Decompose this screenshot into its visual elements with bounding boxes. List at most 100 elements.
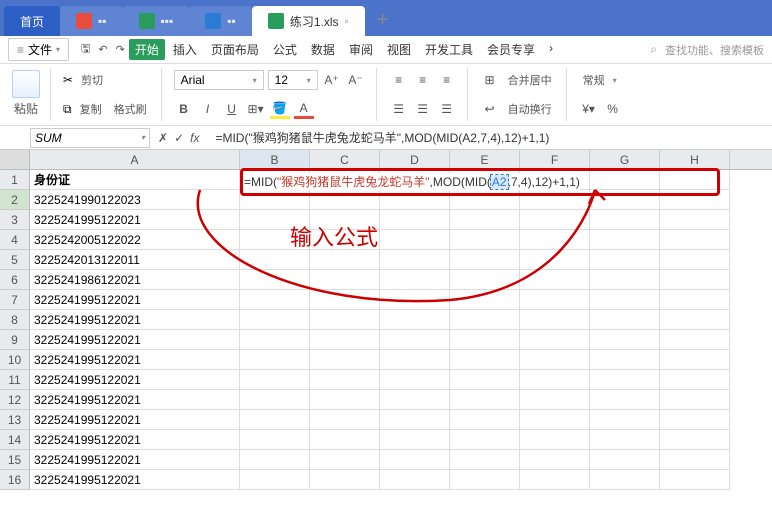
cell[interactable]	[450, 310, 520, 330]
cell[interactable]	[380, 270, 450, 290]
cell[interactable]	[590, 190, 660, 210]
font-size-select[interactable]: 12▾	[268, 70, 318, 90]
col-header-E[interactable]: E	[450, 150, 520, 169]
cell-A4[interactable]: 3225242005122022	[30, 230, 240, 250]
cell[interactable]	[660, 250, 730, 270]
cell-A8[interactable]: 3225241995122021	[30, 310, 240, 330]
cell-A15[interactable]: 3225241995122021	[30, 450, 240, 470]
row-header[interactable]: 13	[0, 410, 30, 430]
fx-icon[interactable]: fx	[190, 131, 199, 145]
cell[interactable]	[450, 230, 520, 250]
search-icon[interactable]: ⌕	[650, 42, 657, 57]
cell-B3[interactable]	[240, 210, 310, 230]
cell-B6[interactable]	[240, 270, 310, 290]
cell[interactable]	[660, 230, 730, 250]
ribbon-tab-layout[interactable]: 页面布局	[205, 39, 265, 60]
cell[interactable]	[310, 370, 380, 390]
cell-A13[interactable]: 3225241995122021	[30, 410, 240, 430]
border-button[interactable]: ⊞▾	[246, 99, 266, 119]
merge-button[interactable]: 合并居中	[504, 70, 556, 90]
row-header[interactable]: 10	[0, 350, 30, 370]
col-header-G[interactable]: G	[590, 150, 660, 169]
ribbon-tab-data[interactable]: 数据	[305, 39, 341, 60]
cell[interactable]	[310, 350, 380, 370]
row-header[interactable]: 3	[0, 210, 30, 230]
cell[interactable]	[590, 370, 660, 390]
cell[interactable]	[450, 190, 520, 210]
col-header-B[interactable]: B	[240, 150, 310, 169]
cell-B2[interactable]	[240, 190, 310, 210]
italic-button[interactable]: I	[198, 99, 218, 119]
cell[interactable]	[380, 450, 450, 470]
cell[interactable]	[660, 170, 730, 190]
file-menu[interactable]: ≡ 文件 ▾	[8, 38, 69, 61]
cell-B7[interactable]	[240, 290, 310, 310]
search-placeholder[interactable]: 查找功能、搜索模板	[665, 42, 764, 58]
cell[interactable]	[520, 370, 590, 390]
cell[interactable]	[520, 290, 590, 310]
cell[interactable]	[310, 390, 380, 410]
percent-button[interactable]: %	[603, 99, 623, 119]
cell[interactable]	[660, 330, 730, 350]
cell[interactable]	[450, 330, 520, 350]
ribbon-tab-start[interactable]: 开始	[129, 39, 165, 60]
col-header-C[interactable]: C	[310, 150, 380, 169]
cell[interactable]	[520, 250, 590, 270]
select-all-corner[interactable]	[0, 150, 30, 169]
cell[interactable]	[310, 250, 380, 270]
align-bot-button[interactable]: ≡	[437, 70, 457, 90]
cell[interactable]	[660, 450, 730, 470]
cell[interactable]	[450, 250, 520, 270]
cell[interactable]	[380, 250, 450, 270]
tab-home[interactable]: 首页	[4, 6, 60, 36]
qat-redo[interactable]: ↷	[112, 41, 129, 58]
cell[interactable]	[590, 470, 660, 490]
qat-save[interactable]: 🖫	[77, 38, 94, 61]
cell-B13[interactable]	[240, 410, 310, 430]
cell-A10[interactable]: 3225241995122021	[30, 350, 240, 370]
ribbon-tab-review[interactable]: 审阅	[343, 39, 379, 60]
cell[interactable]	[310, 410, 380, 430]
align-center-button[interactable]: ☰	[413, 99, 433, 119]
cell[interactable]	[310, 450, 380, 470]
cell[interactable]	[590, 250, 660, 270]
cell[interactable]	[590, 350, 660, 370]
ribbon-overflow[interactable]: ›	[543, 39, 559, 60]
cell[interactable]	[520, 210, 590, 230]
qat-undo[interactable]: ↶	[94, 41, 111, 58]
cell[interactable]	[660, 390, 730, 410]
cut-button[interactable]: 剪切	[77, 70, 107, 90]
cell-B12[interactable]	[240, 390, 310, 410]
cell[interactable]	[380, 390, 450, 410]
cell[interactable]	[660, 190, 730, 210]
cell-B9[interactable]	[240, 330, 310, 350]
name-box[interactable]: SUM▾	[30, 128, 150, 148]
inc-font-button[interactable]: A⁺	[322, 70, 342, 90]
col-header-D[interactable]: D	[380, 150, 450, 169]
row-header[interactable]: 11	[0, 370, 30, 390]
cell[interactable]	[590, 290, 660, 310]
cell[interactable]	[590, 450, 660, 470]
cell[interactable]	[660, 370, 730, 390]
cell[interactable]	[590, 430, 660, 450]
cell[interactable]	[310, 270, 380, 290]
cell[interactable]	[450, 410, 520, 430]
row-header[interactable]: 8	[0, 310, 30, 330]
cell[interactable]	[310, 290, 380, 310]
cell[interactable]	[310, 230, 380, 250]
cell[interactable]	[380, 330, 450, 350]
cell[interactable]	[380, 210, 450, 230]
cell[interactable]	[660, 210, 730, 230]
cell[interactable]	[450, 450, 520, 470]
cell[interactable]	[450, 210, 520, 230]
cell[interactable]	[450, 470, 520, 490]
cell-A2[interactable]: 3225241990122023	[30, 190, 240, 210]
row-header[interactable]: 7	[0, 290, 30, 310]
tab-doc-3[interactable]: ▪▪	[189, 6, 252, 36]
col-header-H[interactable]: H	[660, 150, 730, 169]
cell[interactable]	[590, 170, 660, 190]
cell[interactable]	[380, 370, 450, 390]
cell[interactable]	[520, 190, 590, 210]
cell-A5[interactable]: 3225242013122011	[30, 250, 240, 270]
col-header-F[interactable]: F	[520, 150, 590, 169]
